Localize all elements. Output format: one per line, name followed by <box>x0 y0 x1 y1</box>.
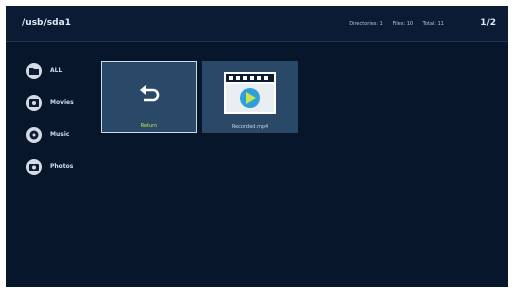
music-icon <box>26 127 42 143</box>
sidebar-item-all[interactable]: ALL <box>26 63 96 95</box>
files-count: Files: 10 <box>392 21 414 27</box>
file-tile-recorded-mp4[interactable]: Recorded.mp4 <box>202 61 298 133</box>
header-bar: /usb/sda1 Directories: 1 Files: 10 Total… <box>6 6 508 42</box>
sidebar-item-label: Movies <box>50 99 74 106</box>
folder-icon <box>26 63 42 79</box>
page-indicator: 1/2 <box>480 18 496 28</box>
total-count: Total: 11 <box>422 21 444 27</box>
return-icon <box>140 85 160 102</box>
movie-icon <box>26 95 42 111</box>
sidebar-item-label: Music <box>50 131 70 138</box>
category-sidebar: ALL Movies Music Photos <box>26 63 96 191</box>
file-browser-screen: /usb/sda1 Directories: 1 Files: 10 Total… <box>6 6 508 287</box>
directories-count: Directories: 1 <box>349 21 383 27</box>
photo-icon <box>26 159 42 175</box>
folder-stats: Directories: 1 Files: 10 Total: 11 <box>341 21 444 27</box>
sidebar-item-movies[interactable]: Movies <box>26 95 96 127</box>
sidebar-item-music[interactable]: Music <box>26 127 96 159</box>
video-file-icon <box>224 72 276 114</box>
sidebar-item-label: Photos <box>50 163 74 170</box>
return-tile[interactable]: Return <box>101 61 197 133</box>
sidebar-item-photos[interactable]: Photos <box>26 159 96 191</box>
tile-label: Return <box>140 123 158 129</box>
tile-label: Recorded.mp4 <box>231 124 269 130</box>
current-path: /usb/sda1 <box>22 18 71 28</box>
sidebar-item-label: ALL <box>50 67 63 74</box>
